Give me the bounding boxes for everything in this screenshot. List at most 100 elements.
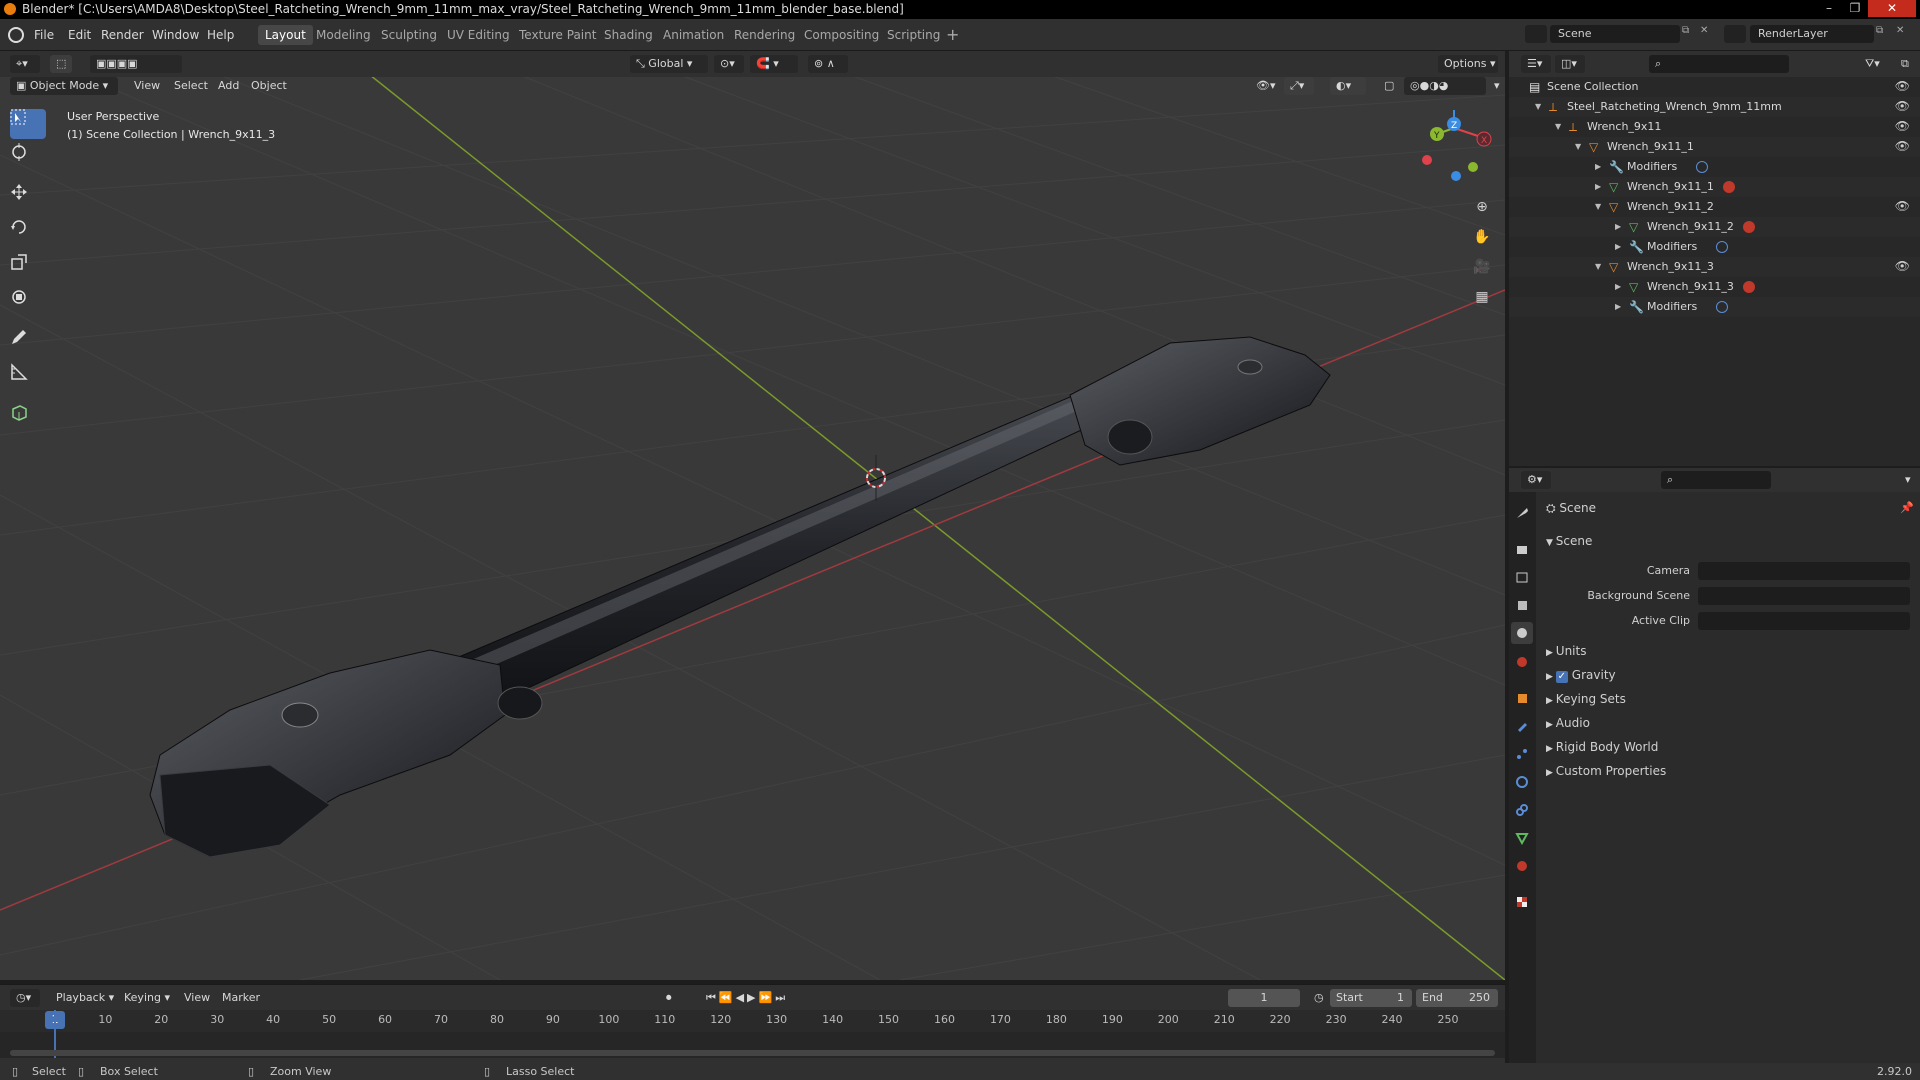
- current-frame-field[interactable]: 1: [1228, 989, 1300, 1007]
- visibility-icon[interactable]: 👁▾: [1250, 77, 1278, 95]
- shading-options-icon[interactable]: ▾: [1488, 77, 1502, 95]
- render-tab-icon[interactable]: [1511, 538, 1533, 560]
- tool-tab-icon[interactable]: [1511, 502, 1533, 524]
- tab-texture-paint[interactable]: Texture Paint: [512, 25, 603, 45]
- modifier-tab-icon[interactable]: [1511, 715, 1533, 737]
- select-box-tool[interactable]: [10, 109, 46, 139]
- expand-toggle-icon[interactable]: ▼: [1555, 122, 1561, 131]
- outliner-row[interactable]: ▶ 🔧 Modifiers: [1509, 157, 1920, 177]
- object-picker-field[interactable]: [1698, 562, 1910, 580]
- collapsed-section[interactable]: ▶ Keying Sets: [1546, 692, 1910, 706]
- outliner-row[interactable]: ▶ ▽ Wrench_9x11_2: [1509, 217, 1920, 237]
- selection-modes-icon[interactable]: ▣▣▣▣: [90, 55, 182, 73]
- outliner-row[interactable]: ▼ ▽ Wrench_9x11_3 👁: [1509, 257, 1920, 277]
- texture-tab-icon[interactable]: [1511, 891, 1533, 913]
- tab-animation[interactable]: Animation: [656, 25, 731, 45]
- tab-rendering[interactable]: Rendering: [727, 25, 802, 45]
- add-cube-tool[interactable]: [10, 403, 46, 433]
- editor-type-icon[interactable]: ⌖▾: [10, 55, 40, 73]
- data-tab-icon[interactable]: [1511, 827, 1533, 849]
- camera-view-icon[interactable]: 🎥: [1468, 253, 1496, 281]
- output-tab-icon[interactable]: [1511, 566, 1533, 588]
- scene-tab-icon[interactable]: [1511, 622, 1533, 644]
- expand-toggle-icon[interactable]: ▶: [1595, 182, 1601, 191]
- snap-icon[interactable]: 🧲 ▾: [750, 55, 798, 73]
- visibility-eye-icon[interactable]: 👁: [1895, 79, 1910, 93]
- scene-browse-icon[interactable]: [1525, 25, 1547, 43]
- outliner-row[interactable]: ▶ ▽ Wrench_9x11_1: [1509, 177, 1920, 197]
- new-scene-icon[interactable]: ⧉: [1682, 25, 1698, 43]
- menu-render[interactable]: Render: [101, 28, 144, 42]
- properties-search-input[interactable]: ⌕: [1661, 471, 1771, 489]
- preview-range-icon[interactable]: ◷: [1308, 989, 1326, 1007]
- mode-dropdown[interactable]: ▣ Object Mode ▾: [10, 77, 118, 95]
- zoom-view-icon[interactable]: ⊕: [1468, 193, 1496, 221]
- pivot-point-icon[interactable]: ⊙▾: [714, 55, 744, 73]
- collapsed-section[interactable]: ▶ Rigid Body World: [1546, 740, 1910, 754]
- collapsed-section[interactable]: ▶ Audio: [1546, 716, 1910, 730]
- tab-layout[interactable]: Layout: [258, 25, 313, 45]
- menu-window[interactable]: Window: [152, 28, 199, 42]
- visibility-eye-icon[interactable]: 👁: [1895, 119, 1910, 133]
- pan-hand-icon[interactable]: ✋: [1468, 223, 1496, 251]
- outliner-row[interactable]: ▶ 🔧 Modifiers: [1509, 297, 1920, 317]
- properties-editor-type-icon[interactable]: ⚙▾: [1521, 471, 1551, 489]
- constraints-tab-icon[interactable]: [1511, 799, 1533, 821]
- select-mode-icon[interactable]: ⬚: [50, 55, 72, 73]
- view-layer-browse-icon[interactable]: [1724, 25, 1746, 43]
- cursor-tool[interactable]: [10, 143, 46, 173]
- outliner-editor-type-icon[interactable]: ☰▾: [1521, 55, 1551, 73]
- particles-tab-icon[interactable]: [1511, 743, 1533, 765]
- maximize-button[interactable]: ❐: [1842, 0, 1868, 17]
- visibility-eye-icon[interactable]: 👁: [1895, 99, 1910, 113]
- expand-toggle-icon[interactable]: ▶: [1615, 222, 1621, 231]
- start-frame-field[interactable]: Start 1: [1330, 989, 1412, 1007]
- menu-object[interactable]: Object: [245, 77, 293, 95]
- expand-toggle-icon[interactable]: ▶: [1615, 242, 1621, 251]
- tab-modeling[interactable]: Modeling: [309, 25, 378, 45]
- timeline-ruler[interactable]: 1102030405060708090100110120130140150160…: [0, 1010, 1505, 1032]
- scene-name-field[interactable]: Scene: [1550, 25, 1680, 43]
- object-picker-field[interactable]: [1698, 587, 1910, 605]
- properties-options-icon[interactable]: ▾: [1899, 471, 1915, 489]
- pin-icon[interactable]: 📌: [1900, 501, 1914, 514]
- object-tab-icon[interactable]: [1511, 687, 1533, 709]
- measure-tool[interactable]: [10, 363, 46, 393]
- outliner-row[interactable]: ▼ ▽ Wrench_9x11_2 👁: [1509, 197, 1920, 217]
- outliner-row[interactable]: ▶ 🔧 Modifiers: [1509, 237, 1920, 257]
- xray-icon[interactable]: ▢: [1378, 77, 1396, 95]
- view-layer-field[interactable]: RenderLayer: [1750, 25, 1874, 43]
- rotate-tool[interactable]: [10, 218, 46, 248]
- close-button[interactable]: ✕: [1868, 0, 1916, 17]
- blender-menu-icon[interactable]: [8, 27, 24, 43]
- outliner-row[interactable]: ▶ ▽ Wrench_9x11_3: [1509, 277, 1920, 297]
- expand-toggle-icon[interactable]: ▶: [1615, 282, 1621, 291]
- expand-toggle-icon[interactable]: ▼: [1535, 102, 1541, 111]
- menu-playback[interactable]: Playback ▾: [50, 989, 120, 1007]
- navigation-gizmo[interactable]: Z X Y: [1422, 110, 1492, 181]
- end-frame-field[interactable]: End 250: [1416, 989, 1498, 1007]
- scene-panel-header[interactable]: ▼ Scene: [1546, 534, 1592, 548]
- scale-tool[interactable]: [10, 253, 46, 283]
- expand-toggle-icon[interactable]: ▼: [1595, 262, 1601, 271]
- expand-toggle-icon[interactable]: ▶: [1595, 162, 1601, 171]
- menu-marker[interactable]: Marker: [216, 989, 266, 1007]
- outliner-row[interactable]: ▤ Scene Collection 👁: [1509, 77, 1920, 97]
- tab-scripting[interactable]: Scripting: [880, 25, 947, 45]
- gravity-checkbox[interactable]: ✓: [1555, 671, 1568, 683]
- collapsed-section[interactable]: ▶ Custom Properties: [1546, 764, 1910, 778]
- world-tab-icon[interactable]: [1511, 651, 1533, 673]
- visibility-eye-icon[interactable]: 👁: [1895, 199, 1910, 213]
- annotate-tool[interactable]: [10, 328, 46, 358]
- timeline-scrollbar[interactable]: [10, 1050, 1495, 1056]
- timeline-editor-type-icon[interactable]: ◷▾: [10, 989, 40, 1007]
- view-layer-tab-icon[interactable]: [1511, 594, 1533, 616]
- menu-file[interactable]: File: [34, 28, 54, 42]
- proportional-edit-icon[interactable]: ⊚ ∧: [808, 55, 848, 73]
- menu-view[interactable]: View: [128, 77, 166, 95]
- expand-toggle-icon[interactable]: ▼: [1575, 142, 1581, 151]
- minimize-button[interactable]: –: [1816, 0, 1842, 17]
- display-mode-icon[interactable]: ◫▾: [1555, 55, 1585, 73]
- new-view-layer-icon[interactable]: ⧉: [1876, 25, 1892, 43]
- expand-toggle-icon[interactable]: ▼: [1595, 202, 1601, 211]
